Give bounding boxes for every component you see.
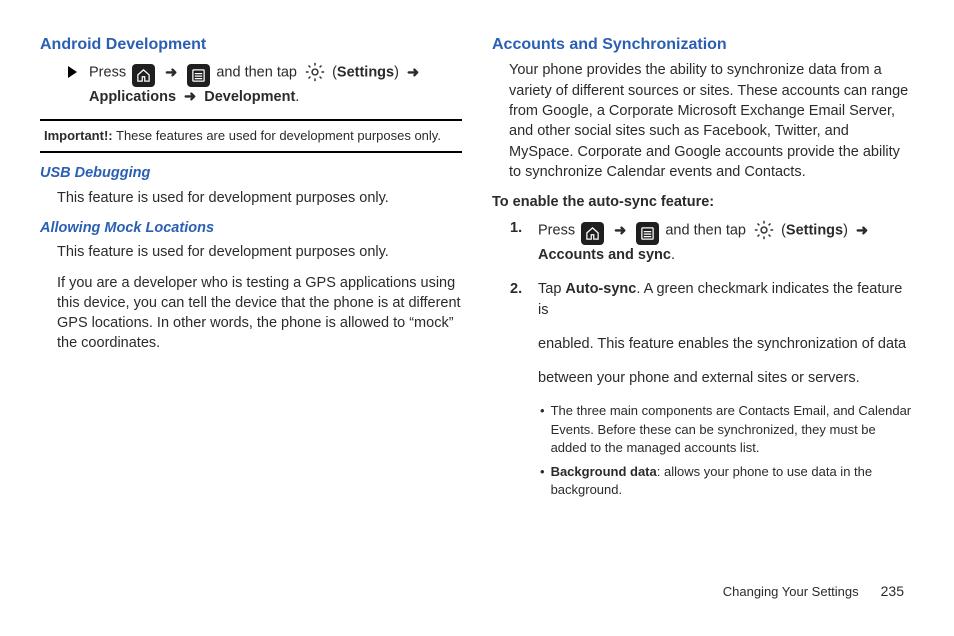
press-label: Press: [538, 223, 575, 239]
gear-icon: [752, 218, 775, 241]
bullet-icon: •: [540, 463, 545, 499]
applications-label: Applications: [89, 89, 176, 105]
background-data-label: Background data: [551, 464, 657, 479]
arrow-icon: ➜: [407, 65, 419, 81]
arrow-icon: ➜: [165, 65, 177, 81]
arrow-icon: ➜: [614, 223, 626, 239]
android-dev-step-text: Press ➜ and then tap (Settings) ➜ Applic…: [89, 60, 462, 107]
bullet-icon: •: [540, 402, 545, 457]
tap-label: Tap: [538, 281, 561, 297]
bullet1-text: The three main components are Contacts E…: [551, 402, 914, 457]
sub-bullets: • The three main components are Contacts…: [538, 402, 914, 499]
heading-android-development: Android Development: [40, 34, 462, 56]
step2-line3: between your phone and external sites or…: [538, 368, 914, 388]
and-then-tap-label: and then tap: [216, 65, 297, 81]
heading-usb-debugging: USB Debugging: [40, 163, 462, 183]
accounts-intro: Your phone provides the ability to synch…: [492, 60, 914, 182]
gear-icon: [303, 60, 326, 83]
heading-accounts-sync: Accounts and Synchronization: [492, 34, 914, 56]
important-note: Important!: These features are used for …: [40, 121, 462, 153]
step-1-body: Press ➜ and then tap (Settings) ➜: [538, 218, 914, 265]
step-number: 2.: [510, 279, 526, 505]
settings-label: Settings: [337, 65, 394, 81]
footer-page-number: 235: [881, 582, 904, 602]
development-label: Development: [204, 89, 295, 105]
arrow-icon: ➜: [184, 89, 196, 105]
settings-label: Settings: [786, 223, 843, 239]
list-item: • Background data: allows your phone to …: [540, 463, 914, 499]
triangle-bullet-icon: [68, 66, 77, 78]
important-label: Important!:: [44, 128, 113, 143]
bullet2-text: Background data: allows your phone to us…: [551, 463, 914, 499]
step-2-body: Tap Auto-sync. A green checkmark indicat…: [538, 279, 914, 505]
step-1: 1. Press ➜ and then tap (Settings) ➜: [510, 218, 914, 265]
mock-p1: This feature is used for development pur…: [40, 242, 462, 262]
step2-line2: enabled. This feature enables the synchr…: [538, 334, 914, 354]
autosync-label: Auto-sync: [565, 281, 636, 297]
menu-icon: [636, 222, 659, 245]
footer-section: Changing Your Settings: [723, 583, 859, 601]
press-label: Press: [89, 65, 126, 81]
mock-p2: If you are a developer who is testing a …: [40, 273, 462, 354]
left-column: Android Development Press ➜ and then tap…: [40, 34, 462, 519]
accounts-and-sync-label: Accounts and sync: [538, 247, 671, 263]
step-2: 2. Tap Auto-sync. A green checkmark indi…: [510, 279, 914, 505]
page-footer: Changing Your Settings 235: [723, 582, 904, 602]
heading-mock-locations: Allowing Mock Locations: [40, 218, 462, 238]
home-icon: [581, 222, 604, 245]
step-number: 1.: [510, 218, 526, 265]
important-text: These features are used for development …: [116, 128, 441, 143]
usb-text: This feature is used for development pur…: [40, 188, 462, 208]
android-dev-step: Press ➜ and then tap (Settings) ➜ Applic…: [40, 60, 462, 107]
period: .: [295, 89, 299, 105]
close-paren: ): [843, 223, 848, 239]
home-icon: [132, 64, 155, 87]
arrow-icon: ➜: [856, 223, 868, 239]
list-item: • The three main components are Contacts…: [540, 402, 914, 457]
steps-list: 1. Press ➜ and then tap (Settings) ➜: [492, 218, 914, 505]
close-paren: ): [394, 65, 399, 81]
and-then-tap-label: and then tap: [665, 223, 746, 239]
right-column: Accounts and Synchronization Your phone …: [492, 34, 914, 519]
period: .: [671, 247, 675, 263]
menu-icon: [187, 64, 210, 87]
enable-autosync-heading: To enable the auto-sync feature:: [492, 192, 914, 212]
